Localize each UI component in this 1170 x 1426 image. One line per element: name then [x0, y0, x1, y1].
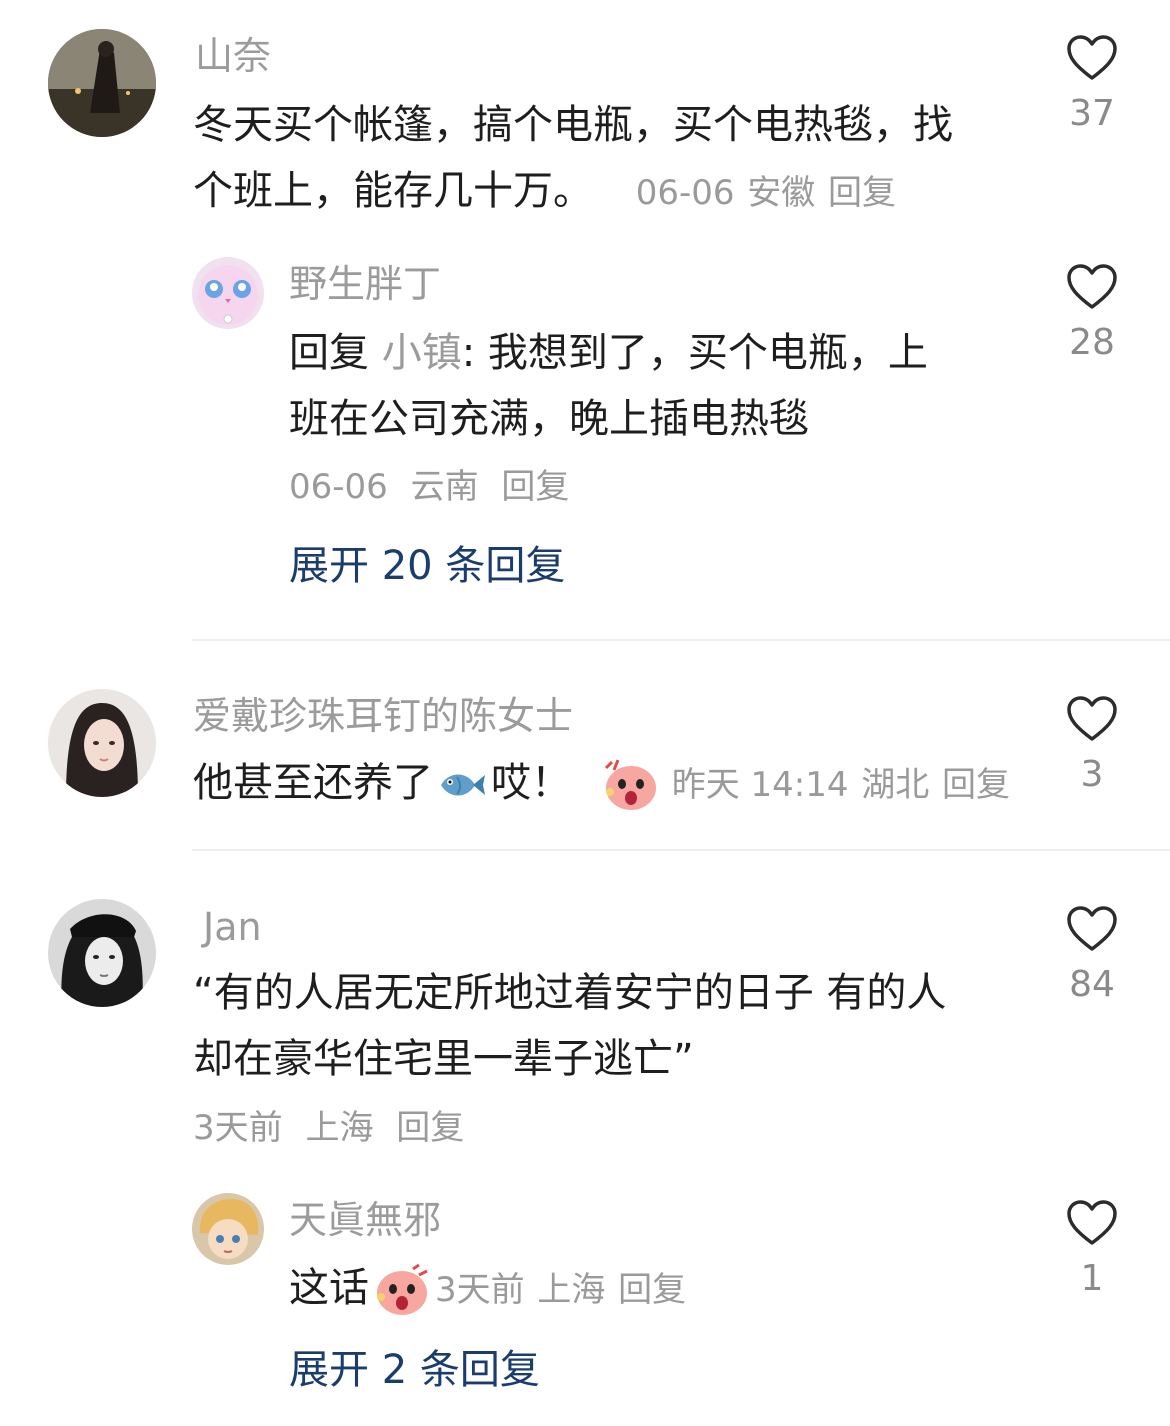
- like-count: 84: [1069, 964, 1115, 1005]
- comment-author[interactable]: Jan: [203, 908, 262, 946]
- reply-to-user[interactable]: 小镇: [382, 330, 462, 376]
- reply-author[interactable]: 天眞無邪: [289, 1201, 441, 1239]
- comment-text-part: 哎！: [491, 760, 571, 806]
- like-button[interactable]: 3: [1062, 695, 1122, 793]
- like-count: 37: [1069, 93, 1115, 134]
- shocked-face-emoji-icon: [377, 1263, 428, 1315]
- avatar[interactable]: [48, 29, 156, 137]
- avatar[interactable]: [48, 899, 156, 1007]
- like-button[interactable]: 37: [1062, 34, 1122, 132]
- comment-text: 他甚至还养了 哎！ 昨天 14:14 湖北 回复: [193, 750, 1053, 818]
- reply-text-line: 班在公司充满，晚上插电热毯: [289, 396, 809, 442]
- reply-location: 云南: [410, 467, 479, 507]
- comment-location: 安徽: [747, 173, 816, 213]
- like-count: 3: [1080, 754, 1104, 795]
- heart-outline-icon: [1067, 264, 1117, 309]
- comment-location: 上海: [305, 1108, 374, 1148]
- reply-location: 上海: [537, 1270, 606, 1310]
- shocked-face-emoji-icon: [604, 759, 656, 810]
- expand-replies-button[interactable]: 展开 20 条回复: [289, 546, 565, 586]
- reply-meta: 06-06 云南 回复: [289, 470, 581, 504]
- like-count: 28: [1069, 322, 1115, 363]
- comment-text-line: 个班上，能存几十万。 06-06 安徽 回复: [193, 158, 1033, 226]
- comment-date: 昨天 14:14: [671, 765, 849, 805]
- reply-date: 3天前: [435, 1270, 525, 1310]
- avatar-anime-icon: [192, 1193, 264, 1265]
- comment-text-line-2: 个班上，能存几十万。: [193, 168, 593, 214]
- like-button[interactable]: 1: [1062, 1199, 1122, 1297]
- comment-meta: 3天前 上海 回复: [193, 1111, 476, 1145]
- fish-emoji-icon: [441, 774, 485, 796]
- comment-location: 湖北: [861, 765, 930, 805]
- heart-outline-icon: [1067, 1200, 1117, 1245]
- reply-button[interactable]: 回复: [942, 765, 1010, 805]
- reply-button[interactable]: 回复: [396, 1108, 464, 1148]
- avatar-photo-icon: [48, 899, 156, 1007]
- reply-text: 这话 3天前 上海 回复: [289, 1255, 1029, 1323]
- comment-date: 3天前: [193, 1108, 283, 1148]
- reply-text: 回复 小镇: 我想到了，买个电瓶，上 班在公司充满，晚上插电热毯: [289, 320, 1029, 452]
- reply-date: 06-06: [289, 467, 388, 507]
- like-count: 1: [1080, 1258, 1104, 1299]
- reply-button[interactable]: 回复: [828, 173, 896, 213]
- avatar[interactable]: [192, 1193, 264, 1265]
- divider: [192, 639, 1170, 641]
- divider: [192, 849, 1170, 851]
- reply-button[interactable]: 回复: [618, 1270, 686, 1310]
- like-button[interactable]: 28: [1062, 263, 1122, 361]
- heart-outline-icon: [1067, 696, 1117, 741]
- reply-prefix: 回复: [289, 330, 369, 376]
- comment-text-line: 冬天买个帐篷，搞个电瓶，买个电热毯，找: [193, 102, 953, 148]
- reply-author[interactable]: 野生胖丁: [289, 265, 441, 303]
- avatar[interactable]: [192, 257, 264, 329]
- avatar-cartoon-icon: [192, 257, 264, 329]
- comment-date: 06-06: [635, 173, 735, 213]
- comment-author[interactable]: 山奈: [195, 37, 271, 75]
- heart-outline-icon: [1067, 35, 1117, 80]
- reply-text-line-1: : 我想到了，买个电瓶，上: [461, 330, 928, 376]
- like-button[interactable]: 84: [1062, 905, 1122, 1003]
- comment-author[interactable]: 爱戴珍珠耳钉的陈女士: [193, 697, 573, 735]
- comment-text: “有的人居无定所地过着安宁的日子 有的人 却在豪华住宅里一辈子逃亡”: [193, 960, 1033, 1092]
- avatar[interactable]: [48, 689, 156, 797]
- avatar-photo-icon: [48, 29, 156, 137]
- comment-text: 冬天买个帐篷，搞个电瓶，买个电热毯，找 个班上，能存几十万。 06-06 安徽 …: [193, 92, 1033, 226]
- reply-text-part: 这话: [289, 1265, 369, 1311]
- reply-text-line: 回复 小镇: 我想到了，买个电瓶，上: [289, 320, 1029, 386]
- comment-text-part: 他甚至还养了: [193, 760, 433, 806]
- comment-text-line: “有的人居无定所地过着安宁的日子 有的人: [193, 970, 947, 1016]
- heart-outline-icon: [1067, 906, 1117, 951]
- expand-replies-button[interactable]: 展开 2 条回复: [289, 1350, 540, 1390]
- avatar-photo-icon: [48, 689, 156, 797]
- reply-button[interactable]: 回复: [501, 467, 569, 507]
- comment-text-line: 却在豪华住宅里一辈子逃亡”: [193, 1036, 694, 1082]
